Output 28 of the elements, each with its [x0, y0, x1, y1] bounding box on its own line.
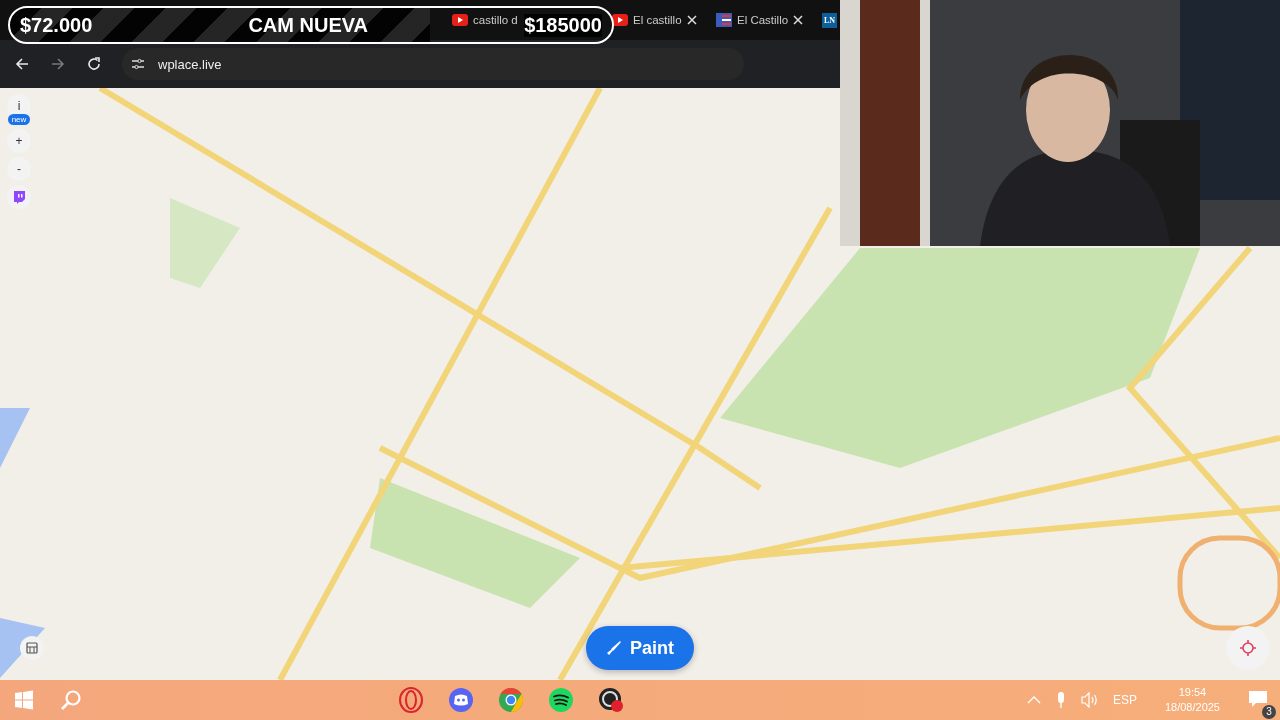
- back-icon[interactable]: [14, 56, 30, 72]
- browser-tab[interactable]: LN: [822, 12, 838, 28]
- browser-app-icon[interactable]: [498, 687, 524, 713]
- address-bar[interactable]: wplace.live: [122, 48, 744, 80]
- music-app-icon[interactable]: [548, 687, 574, 713]
- game-controller-icon[interactable]: [448, 687, 474, 713]
- reload-icon[interactable]: [86, 56, 102, 72]
- forward-icon[interactable]: [50, 56, 66, 72]
- flag-icon: [716, 13, 732, 27]
- donation-amount: $72.000: [20, 13, 93, 37]
- message-icon[interactable]: [1248, 689, 1268, 708]
- new-badge: new: [7, 114, 31, 125]
- grid-icon: [26, 642, 38, 654]
- notification-count: 3: [1262, 704, 1276, 719]
- paint-button[interactable]: Paint: [586, 626, 694, 670]
- recorder-app-icon[interactable]: [598, 687, 624, 713]
- donation-goal: $185000: [524, 13, 602, 37]
- ring-app-icon[interactable]: [398, 687, 424, 713]
- brush-icon: [606, 640, 622, 656]
- search-icon[interactable]: [60, 689, 82, 711]
- chat-bubble-icon: [12, 190, 26, 204]
- close-icon[interactable]: [686, 15, 697, 25]
- start-icon[interactable]: [14, 690, 34, 710]
- close-icon[interactable]: [793, 15, 804, 25]
- overlay-title: CAM NUEVA: [248, 13, 369, 37]
- sliders-icon: [130, 56, 146, 72]
- browser-tab[interactable]: El Castillo: [716, 13, 820, 27]
- target-icon: [1240, 640, 1256, 656]
